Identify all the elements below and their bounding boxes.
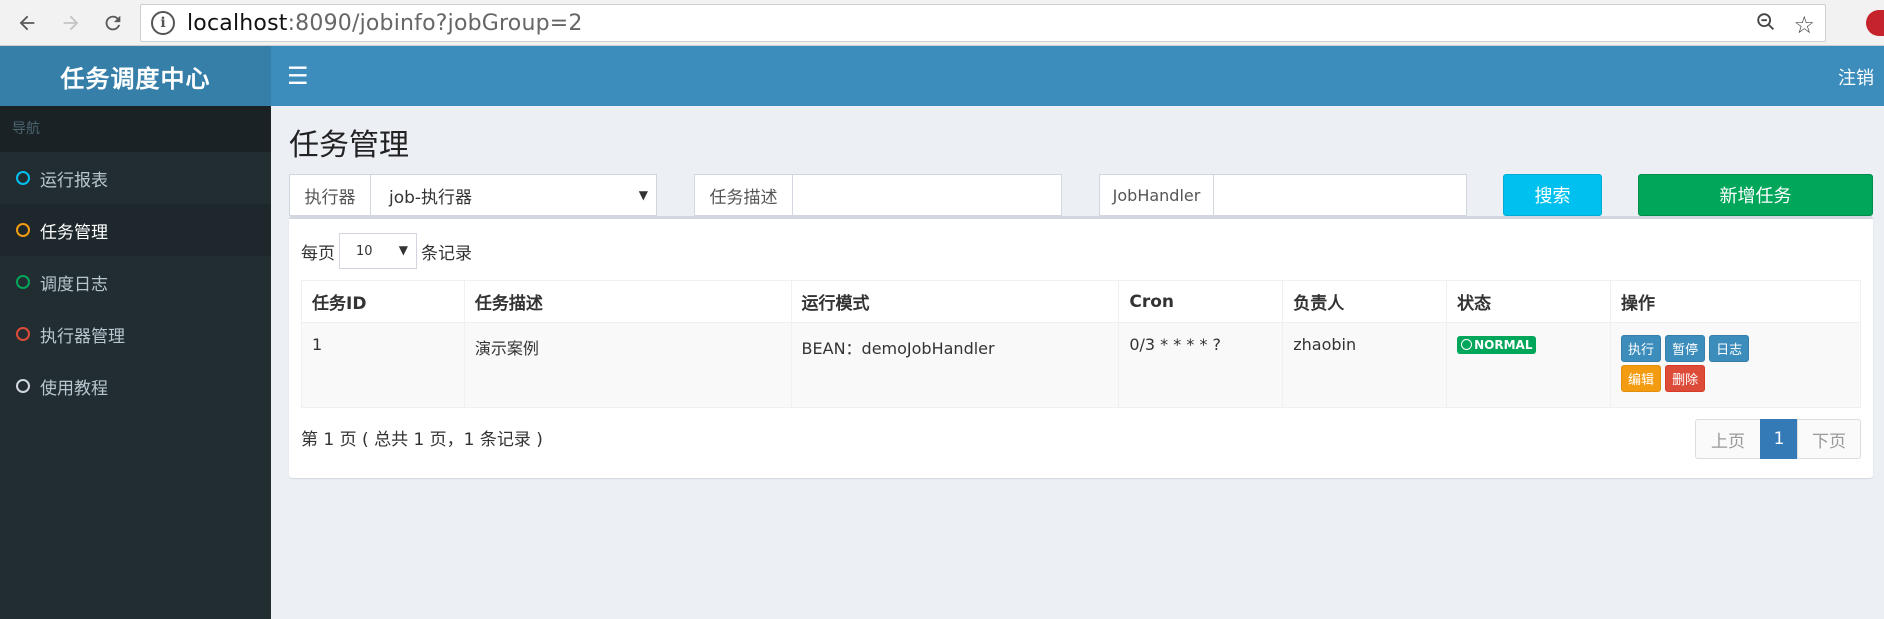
page-title: 任务管理	[289, 128, 409, 163]
address-bar[interactable]: i localhost:8090/jobinfo?jobGroup=2 ☆	[140, 4, 1826, 42]
table-row: 1 演示案例 BEAN：demoJobHandler 0/3 * * * * ?…	[301, 322, 1861, 408]
desc-filter: 任务描述	[694, 174, 1062, 216]
col-header-ops: 操作	[1610, 280, 1861, 323]
desc-input[interactable]	[793, 175, 1061, 215]
current-page-button[interactable]: 1	[1760, 419, 1798, 459]
col-header-id[interactable]: 任务ID	[301, 280, 465, 323]
add-job-button[interactable]: 新增任务	[1638, 174, 1873, 216]
cell-author: zhaobin	[1282, 322, 1448, 408]
pagination: 上页 1 下页	[1695, 419, 1861, 459]
cell-status: NORMAL	[1446, 322, 1612, 408]
run-button[interactable]: 执行	[1621, 335, 1662, 362]
sidebar-item-help[interactable]: 使用教程	[0, 360, 271, 412]
prev-page-button[interactable]: 上页	[1695, 419, 1761, 459]
page-size-prefix: 每页	[301, 243, 335, 264]
delete-button[interactable]: 删除	[1665, 365, 1706, 392]
next-page-button[interactable]: 下页	[1797, 419, 1861, 459]
sidebar-item-jobs[interactable]: 任务管理	[0, 204, 271, 256]
sidebar-item-report[interactable]: 运行报表	[0, 152, 271, 204]
sidebar-item-label: 执行器管理	[40, 326, 125, 347]
sidebar-item-executors[interactable]: 执行器管理	[0, 308, 271, 360]
main-header: 任务调度中心 ☰ 注销	[0, 46, 1884, 106]
handler-label: JobHandler	[1100, 175, 1214, 215]
sidebar-header: 导航	[0, 106, 271, 152]
sidebar-item-logs[interactable]: 调度日志	[0, 256, 271, 308]
col-header-cron[interactable]: Cron	[1118, 280, 1284, 323]
clock-icon	[1461, 339, 1473, 350]
page-size-suffix: 条记录	[421, 243, 472, 264]
log-button[interactable]: 日志	[1709, 335, 1750, 362]
bookmark-star-icon[interactable]: ☆	[1793, 11, 1815, 39]
url-text: localhost:8090/jobinfo?jobGroup=2	[187, 10, 583, 36]
caret-down-icon: ▼	[638, 188, 648, 202]
executor-select[interactable]: job-执行器 ▼	[371, 175, 656, 215]
cell-ops: 执行 暂停 日志 编辑 删除	[1610, 322, 1861, 408]
status-text: NORMAL	[1474, 337, 1533, 352]
search-button[interactable]: 搜索	[1503, 174, 1602, 216]
caret-down-icon: ▼	[398, 243, 408, 257]
browser-toolbar: i localhost:8090/jobinfo?jobGroup=2 ☆	[0, 0, 1884, 46]
circle-icon	[16, 171, 30, 185]
edit-button[interactable]: 编辑	[1621, 365, 1662, 392]
col-header-status[interactable]: 状态	[1446, 280, 1612, 323]
cell-id: 1	[301, 322, 465, 408]
extension-icon[interactable]	[1866, 10, 1884, 36]
sidebar-toggle-icon[interactable]: ☰	[287, 62, 309, 90]
info-icon[interactable]: i	[151, 11, 175, 35]
sidebar-item-label: 运行报表	[40, 170, 108, 191]
reload-icon[interactable]	[94, 4, 132, 42]
executor-select-value: job-执行器	[389, 187, 473, 208]
sidebar-item-label: 任务管理	[40, 222, 108, 243]
executor-filter: 执行器 job-执行器 ▼	[289, 174, 657, 216]
job-table-box: 每页 10 ▼ 条记录 任务ID 任务描述 运行模式 Cron 负责人 状态 操…	[289, 216, 1873, 478]
sidebar: 导航 运行报表 任务管理 调度日志 执行器管理 使用教程	[0, 106, 271, 619]
cell-desc: 演示案例	[463, 322, 792, 408]
circle-icon	[16, 275, 30, 289]
col-header-author[interactable]: 负责人	[1282, 280, 1448, 323]
page-size-value: 10	[356, 243, 373, 259]
circle-icon	[16, 327, 30, 341]
handler-input[interactable]	[1214, 175, 1466, 215]
page-size-control: 每页 10 ▼ 条记录	[301, 233, 472, 269]
sidebar-item-label: 使用教程	[40, 378, 108, 399]
page-size-select[interactable]: 10 ▼	[339, 233, 417, 269]
circle-icon	[16, 223, 30, 237]
table-header-row: 任务ID 任务描述 运行模式 Cron 负责人 状态 操作	[301, 280, 1861, 323]
desc-label: 任务描述	[695, 175, 793, 215]
page-info: 第 1 页 ( 总共 1 页，1 条记录 )	[301, 430, 543, 450]
cell-mode: BEAN：demoJobHandler	[790, 322, 1120, 408]
col-header-mode[interactable]: 运行模式	[790, 280, 1120, 323]
app-logo[interactable]: 任务调度中心	[0, 46, 271, 106]
handler-filter: JobHandler	[1099, 174, 1467, 216]
circle-icon	[16, 379, 30, 393]
job-table: 任务ID 任务描述 运行模式 Cron 负责人 状态 操作 1 演示案例 BEA…	[301, 280, 1861, 408]
sidebar-item-label: 调度日志	[40, 274, 108, 295]
pause-button[interactable]: 暂停	[1665, 335, 1706, 362]
cell-cron: 0/3 * * * * ?	[1118, 322, 1284, 408]
executor-label: 执行器	[290, 175, 371, 215]
col-header-desc[interactable]: 任务描述	[463, 280, 792, 323]
forward-icon[interactable]	[52, 4, 90, 42]
status-badge: NORMAL	[1457, 335, 1537, 354]
logout-link[interactable]: 注销	[1838, 64, 1874, 90]
back-icon[interactable]	[8, 4, 46, 42]
zoom-icon[interactable]	[1755, 11, 1777, 39]
